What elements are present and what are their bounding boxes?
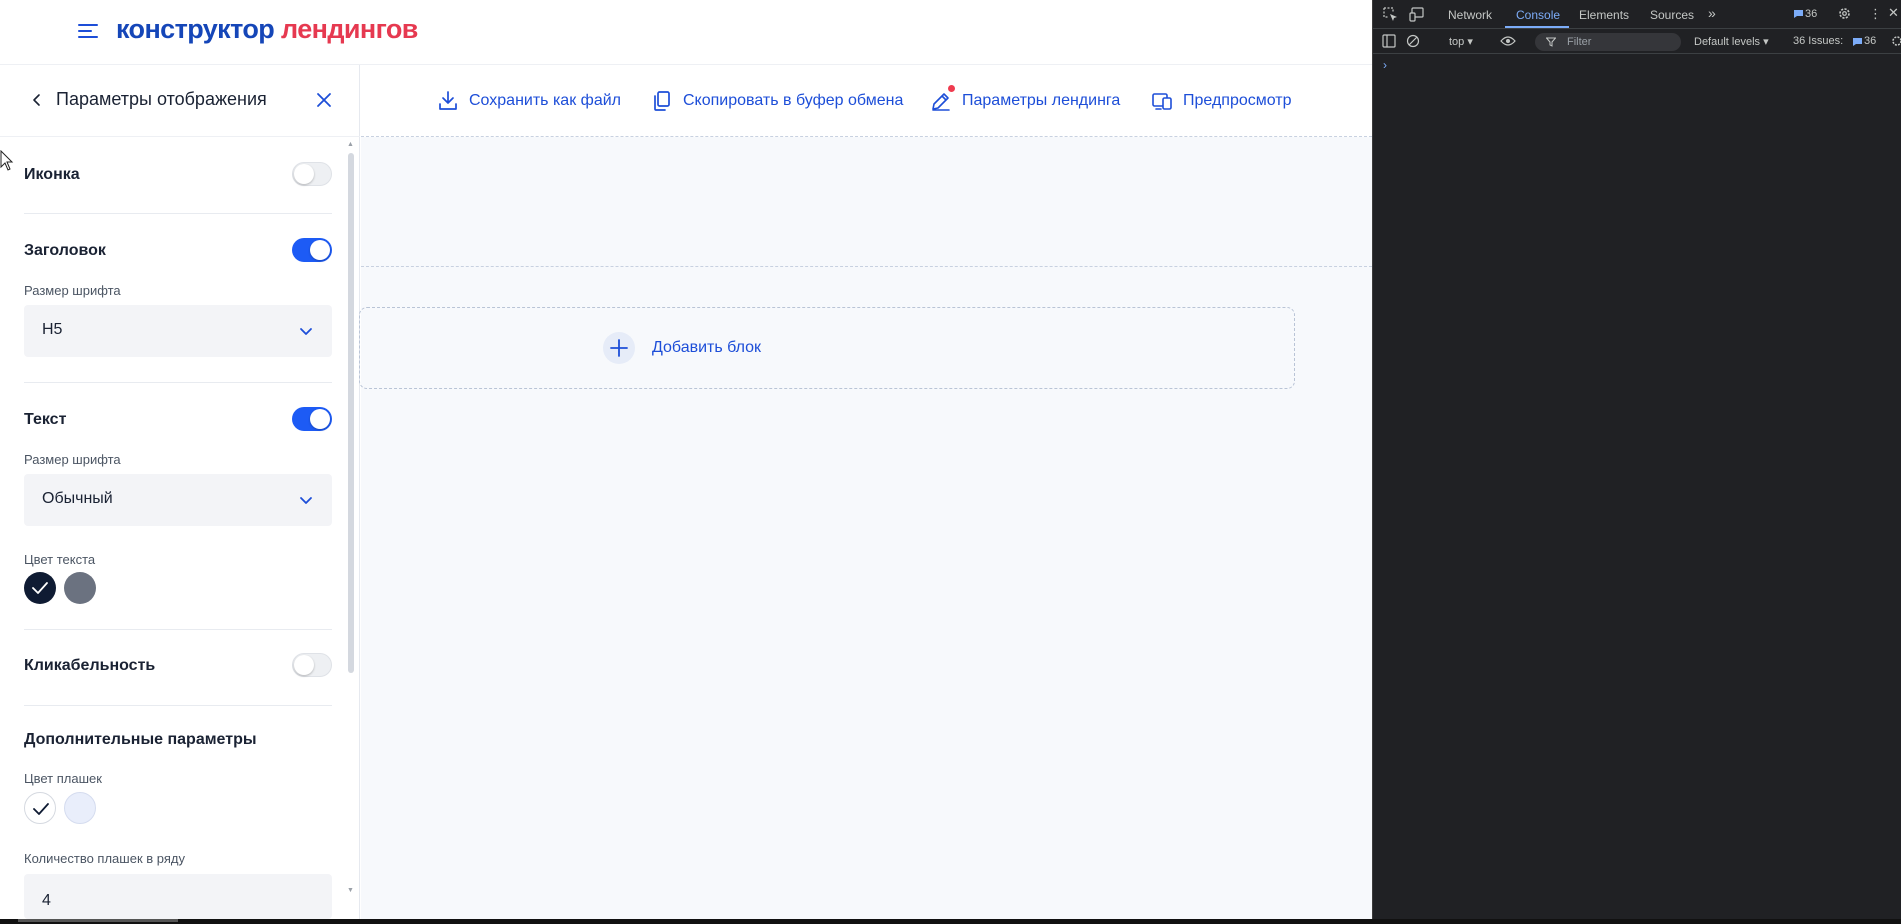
devtools-tabbar: Network Console Elements Sources » 36 ⋮ … bbox=[1373, 0, 1901, 29]
landing-params-label: Параметры лендинга bbox=[962, 92, 1121, 109]
plates-per-row-value: 4 bbox=[42, 892, 51, 909]
close-icon[interactable] bbox=[314, 90, 334, 110]
divider bbox=[24, 213, 332, 214]
plates-per-row-label: Количество плашек в ряду bbox=[24, 851, 185, 866]
logo-part-1: конструктор bbox=[116, 14, 275, 44]
console-filter-input[interactable]: Filter bbox=[1535, 33, 1681, 51]
scroll-down-arrow[interactable]: ▼ bbox=[347, 887, 354, 894]
eye-icon[interactable] bbox=[1500, 35, 1516, 47]
app-header: конструктор лендингов bbox=[0, 0, 1372, 65]
mouse-pointer-icon bbox=[0, 150, 14, 171]
save-file-label: Сохранить как файл bbox=[469, 92, 621, 109]
sidebar-toggle-icon[interactable] bbox=[1382, 34, 1396, 48]
back-chevron-icon[interactable] bbox=[28, 91, 46, 109]
heading-font-size-value: H5 bbox=[42, 321, 63, 338]
check-icon bbox=[32, 582, 48, 594]
plus-icon bbox=[603, 332, 635, 364]
copy-icon bbox=[654, 91, 670, 111]
console-toolbar: top ▾ Filter Default levels ▾ 36 Issues:… bbox=[1373, 29, 1901, 54]
save-file-button[interactable]: Сохранить как файл bbox=[437, 89, 627, 113]
bottom-edge bbox=[0, 919, 1901, 924]
preview-icon bbox=[1152, 93, 1172, 110]
issues-count[interactable]: 36 bbox=[1864, 35, 1876, 47]
divider bbox=[24, 629, 332, 630]
preview-label: Предпросмотр bbox=[1183, 92, 1292, 109]
devtools-tab-elements[interactable]: Elements bbox=[1579, 8, 1629, 22]
display-settings-panel: Параметры отображения ▲ ▼ Иконка Заголов… bbox=[0, 65, 360, 919]
plate-color-swatch-light[interactable] bbox=[64, 792, 96, 824]
more-options-icon[interactable]: ⋮ bbox=[1869, 6, 1882, 22]
settings-gear-icon[interactable] bbox=[1837, 6, 1852, 21]
devtools-panel: Network Console Elements Sources » 36 ⋮ … bbox=[1372, 0, 1901, 919]
text-section-label: Текст bbox=[24, 411, 67, 428]
close-devtools-icon[interactable]: ✕ bbox=[1888, 5, 1899, 21]
add-block-label: Добавить блок bbox=[652, 339, 762, 356]
plate-color-label: Цвет плашек bbox=[24, 771, 102, 786]
add-block-button[interactable]: Добавить блок bbox=[359, 307, 1295, 389]
text-toggle[interactable] bbox=[292, 407, 332, 431]
issues-label[interactable]: 36 Issues: bbox=[1793, 35, 1843, 47]
plate-color-swatch-white[interactable] bbox=[24, 792, 56, 824]
clear-console-icon[interactable] bbox=[1406, 34, 1420, 48]
extra-section-label: Дополнительные параметры bbox=[24, 731, 257, 748]
app-window: конструктор лендингов Параметры отображе… bbox=[0, 0, 1372, 919]
menu-icon[interactable] bbox=[78, 22, 100, 40]
copy-clipboard-label: Скопировать в буфер обмена bbox=[683, 92, 904, 109]
text-color-swatch-gray[interactable] bbox=[64, 572, 96, 604]
scroll-up-arrow[interactable]: ▲ bbox=[347, 141, 354, 148]
chevron-down-icon bbox=[300, 497, 312, 504]
divider bbox=[24, 705, 332, 706]
landing-block[interactable] bbox=[361, 137, 1372, 267]
log-levels-value: Default levels bbox=[1694, 36, 1761, 48]
icon-toggle[interactable] bbox=[292, 162, 332, 186]
editor-canvas: Сохранить как файл Скопировать в буфер о… bbox=[359, 65, 1372, 919]
inspect-element-icon[interactable] bbox=[1383, 7, 1398, 22]
download-icon bbox=[439, 91, 457, 110]
landing-params-button[interactable]: Параметры лендинга bbox=[930, 85, 1121, 113]
context-select[interactable]: top ▾ bbox=[1449, 35, 1473, 48]
devtools-tab-sources[interactable]: Sources bbox=[1650, 8, 1694, 22]
message-icon bbox=[1794, 10, 1803, 18]
issues-message-icon bbox=[1853, 38, 1862, 46]
panel-scrollbar[interactable] bbox=[348, 153, 354, 673]
heading-section-label: Заголовок bbox=[24, 242, 106, 259]
context-value: top bbox=[1449, 36, 1465, 48]
clickable-section-label: Кликабельность bbox=[24, 657, 156, 674]
log-levels-select[interactable]: Default levels ▾ bbox=[1694, 35, 1769, 48]
icon-section-label: Иконка bbox=[24, 166, 80, 183]
devtools-tab-console[interactable]: Console bbox=[1516, 8, 1560, 22]
filter-placeholder: Filter bbox=[1567, 36, 1592, 48]
heading-toggle[interactable] bbox=[292, 238, 332, 262]
text-font-size-label: Размер шрифта bbox=[24, 452, 121, 467]
plates-per-row-select[interactable]: 4 bbox=[24, 874, 332, 919]
copy-clipboard-button[interactable]: Скопировать в буфер обмена bbox=[651, 89, 904, 113]
text-font-size-value: Обычный bbox=[42, 490, 113, 507]
more-tabs-icon[interactable]: » bbox=[1708, 5, 1716, 21]
devtools-tab-network[interactable]: Network bbox=[1448, 8, 1492, 22]
console-prompt[interactable]: › bbox=[1383, 58, 1387, 72]
text-color-swatch-dark[interactable] bbox=[24, 572, 56, 604]
text-color-label: Цвет текста bbox=[24, 552, 96, 567]
bottom-edge-mark bbox=[18, 919, 178, 922]
text-font-size-select[interactable]: Обычный bbox=[24, 474, 332, 526]
messages-count: 36 bbox=[1805, 8, 1818, 20]
logo[interactable]: конструктор лендингов bbox=[116, 14, 418, 45]
heading-font-size-label: Размер шрифта bbox=[24, 283, 121, 298]
heading-font-size-select[interactable]: H5 bbox=[24, 305, 332, 357]
preview-button[interactable]: Предпросмотр bbox=[1151, 89, 1301, 113]
logo-part-2: лендингов bbox=[281, 14, 418, 44]
console-settings-icon[interactable] bbox=[1890, 34, 1901, 48]
editor-toolbar: Сохранить как файл Скопировать в буфер о… bbox=[361, 65, 1372, 137]
check-icon bbox=[33, 803, 49, 815]
divider bbox=[24, 382, 332, 383]
notification-dot bbox=[948, 85, 955, 92]
pencil-icon bbox=[932, 93, 950, 111]
panel-title: Параметры отображения bbox=[56, 89, 267, 109]
filter-icon bbox=[1546, 37, 1556, 47]
device-toolbar-icon[interactable] bbox=[1409, 7, 1425, 22]
panel-header: Параметры отображения bbox=[0, 65, 360, 137]
clickable-toggle[interactable] bbox=[292, 653, 332, 677]
chevron-down-icon bbox=[300, 328, 312, 335]
active-tab-indicator bbox=[1505, 26, 1569, 28]
